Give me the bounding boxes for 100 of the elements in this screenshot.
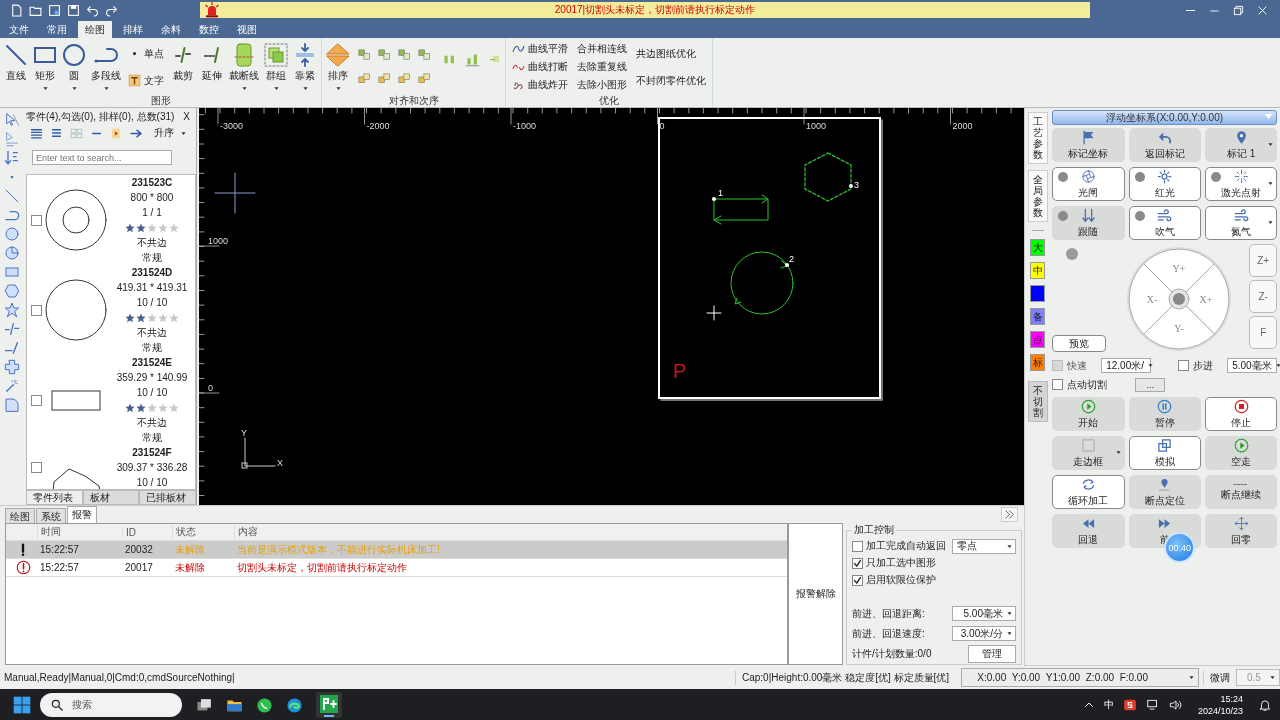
restore-icon[interactable] bbox=[1233, 4, 1244, 16]
menu-tab[interactable]: 视图 bbox=[230, 21, 264, 38]
control-button[interactable]: 红光 bbox=[1128, 167, 1201, 201]
preview-button[interactable]: 预览 bbox=[1052, 335, 1107, 352]
layer-swatch[interactable]: 点 bbox=[1030, 331, 1046, 348]
magic-wand-icon[interactable] bbox=[4, 378, 20, 394]
app-icon[interactable] bbox=[316, 692, 342, 718]
layer-swatch[interactable] bbox=[1030, 285, 1046, 302]
dropdown[interactable]: 5.00毫米 bbox=[952, 606, 1016, 621]
jog-button[interactable]: Z- bbox=[1249, 280, 1278, 313]
jog-button[interactable]: F bbox=[1249, 316, 1278, 349]
panel-tab[interactable]: 板材 bbox=[82, 490, 140, 505]
line-icon[interactable] bbox=[4, 188, 20, 204]
hexagon-icon[interactable] bbox=[4, 283, 20, 299]
list-view-icon[interactable] bbox=[50, 126, 63, 140]
dropdown[interactable]: 升序 bbox=[154, 126, 187, 140]
ribbon-button[interactable]: 单点 bbox=[126, 45, 166, 62]
jog-button[interactable]: Z+ bbox=[1249, 244, 1278, 277]
rectangle-icon[interactable] bbox=[4, 264, 20, 280]
no-cut-tab[interactable]: 不切割 bbox=[1027, 381, 1048, 422]
union-icon[interactable] bbox=[4, 359, 20, 375]
chat-bubble-icon[interactable] bbox=[256, 696, 273, 714]
menu-tab[interactable]: 数控 bbox=[192, 21, 226, 38]
pie-icon[interactable] bbox=[4, 245, 20, 261]
ime-indicator[interactable]: 中 bbox=[1103, 698, 1114, 712]
menu-tab[interactable]: 绘图 bbox=[78, 21, 112, 38]
side-tab[interactable]: 工艺参数 bbox=[1027, 112, 1048, 164]
align-icon[interactable] bbox=[357, 48, 372, 63]
panel-tab[interactable]: 已排板材 bbox=[139, 490, 196, 505]
control-button[interactable]: 回退 bbox=[1052, 514, 1125, 548]
dropdown[interactable]: 3.00米/分 bbox=[952, 626, 1016, 641]
redo-icon[interactable] bbox=[105, 3, 118, 17]
select-arrow-icon[interactable] bbox=[4, 112, 20, 128]
ribbon-button[interactable]: 不封闭零件优化 bbox=[634, 72, 708, 89]
control-button[interactable]: 停止 bbox=[1204, 397, 1278, 431]
checkbox[interactable] bbox=[852, 557, 863, 569]
checkbox[interactable] bbox=[1178, 360, 1190, 371]
menu-tab[interactable]: 余料 bbox=[154, 21, 188, 38]
bottom-tab[interactable]: 绘图 bbox=[5, 508, 35, 523]
volume-icon[interactable] bbox=[1168, 698, 1183, 712]
control-button[interactable]: 开始 bbox=[1052, 397, 1125, 431]
distribute-icon[interactable] bbox=[465, 52, 480, 67]
list-view-icon[interactable] bbox=[30, 126, 43, 140]
collapse-button[interactable] bbox=[1001, 507, 1019, 522]
dropdown[interactable]: 5.00毫米 bbox=[1227, 358, 1278, 373]
control-button[interactable]: 标记坐标 bbox=[1052, 128, 1125, 162]
control-button[interactable]: 氮气 bbox=[1204, 206, 1278, 240]
extend-icon[interactable] bbox=[4, 340, 20, 356]
ribbon-button[interactable]: 矩形 bbox=[31, 40, 59, 95]
layer-swatch[interactable]: 备 bbox=[1030, 308, 1046, 325]
manage-button[interactable]: 管理 bbox=[968, 644, 1016, 663]
ribbon-button[interactable]: 共边图纸优化 bbox=[634, 45, 708, 62]
clock-time[interactable]: 15:24 bbox=[1220, 693, 1243, 705]
undo-icon[interactable] bbox=[86, 3, 99, 17]
control-button[interactable]: 返回标记 bbox=[1128, 128, 1201, 162]
side-tab[interactable]: 全局参数 bbox=[1027, 170, 1048, 222]
checkbox[interactable] bbox=[1052, 379, 1064, 390]
flag-icon[interactable] bbox=[110, 126, 123, 140]
layer-swatch[interactable]: 标 bbox=[1030, 354, 1046, 371]
clock-date[interactable]: 2024/10/23 bbox=[1197, 705, 1243, 717]
sort-icon[interactable] bbox=[4, 150, 20, 166]
ribbon-button[interactable]: 曲线打断 bbox=[510, 59, 570, 75]
align-icon[interactable] bbox=[397, 48, 412, 63]
notification-bell-icon[interactable] bbox=[1258, 698, 1272, 712]
control-button[interactable]: 光闸 bbox=[1052, 167, 1125, 201]
layer-swatch[interactable]: 中 bbox=[1030, 262, 1046, 279]
browser-icon[interactable] bbox=[286, 696, 303, 714]
coordinate-dropdown[interactable]: 浮动坐标系(X:0.00,Y:0.00) bbox=[1052, 110, 1278, 125]
ribbon-button[interactable]: 曲线炸开 bbox=[510, 77, 570, 93]
bottom-tab[interactable]: 报警 bbox=[67, 506, 97, 523]
bottom-tab[interactable]: 系统 bbox=[36, 508, 66, 523]
trim-icon[interactable] bbox=[4, 321, 20, 337]
control-button[interactable]: 断点定位 bbox=[1128, 475, 1201, 509]
dropdown[interactable]: 零点 bbox=[952, 538, 1016, 554]
menu-tab[interactable]: 常用 bbox=[40, 21, 74, 38]
coordinate-readout[interactable]: X:0.00 Y:0.00 Y1:0.00 Z:0.00 F:0.00 bbox=[961, 668, 1199, 687]
checkbox[interactable] bbox=[31, 462, 42, 473]
rounded-corner-icon[interactable] bbox=[4, 397, 20, 413]
align-icon[interactable] bbox=[377, 48, 392, 63]
align-icon[interactable] bbox=[417, 48, 432, 63]
ribbon-button[interactable]: 合并相连线 bbox=[575, 41, 629, 57]
circle-icon[interactable] bbox=[4, 226, 20, 242]
ribbon-button[interactable]: 靠紧 bbox=[291, 40, 319, 95]
control-button[interactable]: 模拟 bbox=[1128, 436, 1201, 470]
ribbon-button[interactable]: 去除重复线 bbox=[575, 59, 629, 75]
ribbon-button[interactable]: 延伸 bbox=[198, 40, 226, 86]
control-button[interactable]: 空走 bbox=[1204, 436, 1278, 470]
ribbon-button[interactable]: 裁剪 bbox=[169, 40, 197, 86]
star-shape-icon[interactable] bbox=[4, 302, 20, 318]
ribbon-button[interactable]: 排序 bbox=[324, 40, 352, 95]
search-field[interactable]: Enter text to search... bbox=[32, 150, 172, 165]
control-button[interactable]: 跟随 bbox=[1052, 206, 1125, 240]
checkbox[interactable] bbox=[31, 304, 42, 316]
control-button[interactable]: 标记 1 bbox=[1204, 128, 1278, 162]
menu-tab[interactable]: 文件 bbox=[2, 21, 36, 38]
checkbox[interactable] bbox=[852, 574, 863, 586]
search-field[interactable]: 搜索 bbox=[40, 693, 182, 717]
ribbon-button[interactable]: 多段线 bbox=[89, 40, 123, 95]
checkbox[interactable] bbox=[31, 394, 42, 406]
input-method-icon[interactable] bbox=[1122, 698, 1137, 712]
